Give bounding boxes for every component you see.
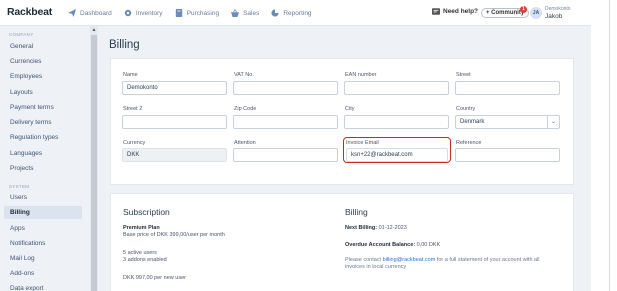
overdue-balance: Overdue Account Balance: 0,00 DKK [345,242,440,249]
overdue-label: Overdue Account Balance: [345,242,416,248]
addons-enabled: 3 addons enabled [123,257,167,263]
next-billing: Next Billing: 01-12-2023 [345,225,407,232]
sidebar-item-apps[interactable]: Apps [4,222,82,235]
pie-chart-icon [271,9,279,17]
top-bar: Rackbeat Dashboard Inventory Purchasing … [0,0,591,26]
street2-label: Street 2 [123,106,143,112]
zip-label: Zip Code [234,106,257,112]
gear-icon [124,9,132,17]
sidebar-item-users[interactable]: Users [4,191,82,204]
sidebar-item-mail-log[interactable]: Mail Log [4,252,82,265]
currency-label: Currency [123,140,146,146]
price-per-user: DKK 997,00 per new user [123,275,186,281]
logo[interactable]: Rackbeat [7,6,52,18]
basket-icon [231,9,240,17]
vat-field[interactable] [233,81,338,95]
contact-email-link[interactable]: billing@rackbeat.com [383,257,436,263]
ean-field[interactable] [344,81,449,95]
sidebar-item-payment-terms[interactable]: Payment terms [4,101,82,114]
attention-label: Attention [234,140,256,146]
sidebar-item-notifications[interactable]: Notifications [4,237,82,250]
contact-pre: Please contact [345,257,382,263]
help-button[interactable]: Need help? [432,8,478,15]
contact-note: Please contact billing@rackbeat.com for … [345,257,560,271]
subscription-title: Subscription [123,207,170,217]
nav-inventory[interactable]: Inventory [124,9,163,17]
reference-field[interactable] [455,148,560,162]
nav-sales[interactable]: Sales [231,9,259,17]
sidebar-item-projects[interactable]: Projects [4,162,82,175]
base-price: Base price of DKK 399,00/user per month [123,232,225,238]
sidebar-item-layouts[interactable]: Layouts [4,86,82,99]
country-select[interactable]: Denmark ⌄ [455,115,560,129]
main-nav: Dashboard Inventory Purchasing Sales Rep… [68,0,324,26]
attention-field[interactable] [233,148,338,162]
sidebar-item-delivery-terms[interactable]: Delivery terms [4,116,82,129]
app-window: Rackbeat Dashboard Inventory Purchasing … [0,0,591,291]
nav-label: Dashboard [80,9,112,17]
invoice-email-field[interactable]: ksn+22@rackbeat.com [346,148,448,162]
city-field[interactable] [344,115,449,129]
city-label: City [345,106,355,112]
book-icon [175,9,182,17]
user-company: Demokonto [545,6,571,12]
avatar[interactable]: JA [530,7,542,19]
sidebar-item-currencies[interactable]: Currencies [4,55,82,68]
vat-label: VAT No. [234,72,254,78]
adjacent-panel [591,0,617,291]
user-name: Jakob [545,13,563,20]
community-badge: 1 [520,6,527,13]
user-menu[interactable]: Demokonto Jakob [545,6,571,20]
country-label: Country [456,106,476,112]
sidebar-scrollbar[interactable]: ▲ [90,26,98,291]
sidebar-section-system: SYSTEM [9,184,30,189]
name-field[interactable]: Demokonto [122,81,227,95]
overdue-value: 0,00 DKK [416,242,441,248]
country-value: Denmark [460,119,485,125]
nav-label: Purchasing [186,9,220,17]
nav-label: Reporting [283,9,312,17]
street2-field[interactable] [122,115,227,129]
sidebar-item-data-export[interactable]: Data export [4,282,82,291]
next-billing-label: Next Billing: [345,225,378,231]
ean-label: EAN number [345,72,377,78]
page-title: Billing [109,39,140,51]
street-field[interactable] [455,81,560,95]
nav-label: Sales [243,9,260,17]
billing-info-title: Billing [345,207,368,217]
scroll-up-arrow-icon[interactable]: ▲ [90,27,98,33]
active-users: 5 active users [123,250,157,256]
street-label: Street [456,72,471,78]
invoice-email-label: Invoice Email [346,140,379,146]
sidebar-item-add-ons[interactable]: Add-ons [4,267,82,280]
sidebar-item-languages[interactable]: Languages [4,147,82,160]
nav-purchasing[interactable]: Purchasing [175,9,220,17]
name-label: Name [123,72,138,78]
paper-plane-icon [68,9,76,17]
plan-name: Premium Plan [123,225,160,231]
help-label: Need help? [443,8,479,15]
chat-icon [432,8,440,15]
reference-label: Reference [456,140,482,146]
chevron-down-icon: ⌄ [547,116,559,128]
sidebar-item-billing[interactable]: Billing [4,206,82,219]
nav-reporting[interactable]: Reporting [271,9,312,17]
scrollbar-thumb[interactable] [91,35,97,291]
currency-field: DKK [122,148,227,162]
sidebar: COMPANY General Currencies Employees Lay… [0,26,90,291]
panel-divider [609,0,610,291]
sidebar-item-regulation-types[interactable]: Regulation types [4,131,82,144]
sidebar-section-company: COMPANY [9,32,34,37]
nav-dashboard[interactable]: Dashboard [68,9,112,17]
zip-field[interactable] [233,115,338,129]
nav-label: Inventory [135,9,163,17]
sidebar-item-employees[interactable]: Employees [4,70,82,83]
next-billing-value: 01-12-2023 [378,225,407,231]
sidebar-item-general[interactable]: General [4,40,82,53]
